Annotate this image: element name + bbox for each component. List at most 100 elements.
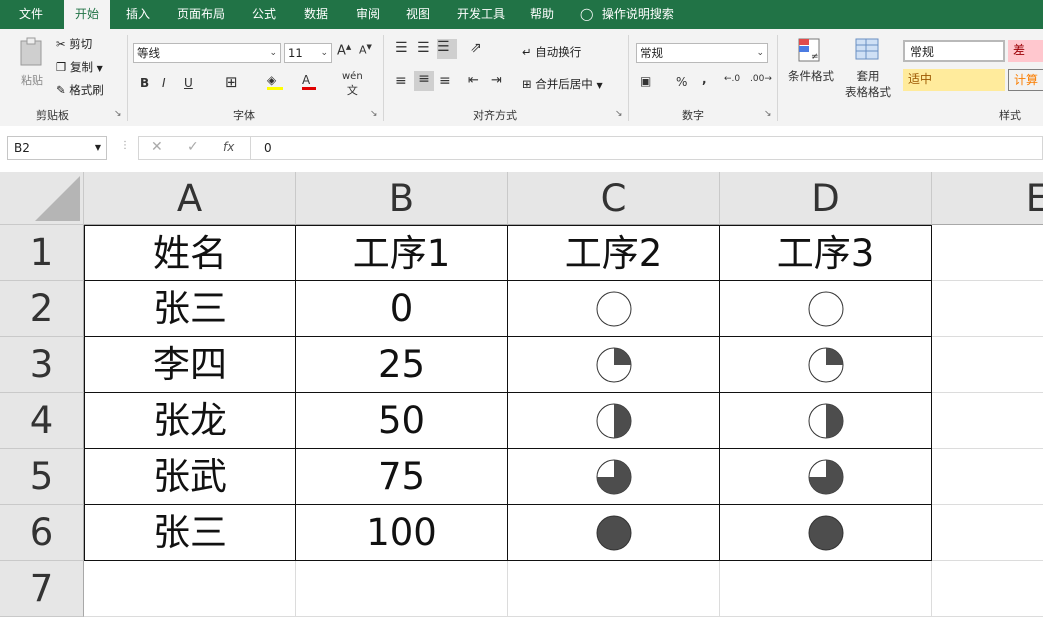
- cell-b4[interactable]: 50: [296, 393, 508, 449]
- increase-decimal-icon[interactable]: ←.0: [724, 74, 740, 84]
- cell-a2[interactable]: 张三: [84, 281, 296, 337]
- column-header-c[interactable]: C: [508, 172, 720, 225]
- cell-b3[interactable]: 25: [296, 337, 508, 393]
- tab-view[interactable]: 视图: [396, 0, 440, 29]
- cell-a1[interactable]: 姓名: [84, 225, 296, 281]
- row-header-7[interactable]: 7: [0, 561, 84, 617]
- align-right-icon[interactable]: ≡: [439, 73, 451, 89]
- fill-color-button[interactable]: ◈: [267, 73, 283, 90]
- cell-b7[interactable]: [296, 561, 508, 617]
- format-as-table-button[interactable]: 套用 表格格式: [838, 37, 898, 100]
- conditional-format-button[interactable]: ≠ 条件格式: [786, 37, 836, 84]
- align-bottom-icon[interactable]: ☰: [437, 39, 457, 59]
- format-painter-button[interactable]: ✎ 格式刷: [56, 82, 104, 98]
- cell-b1[interactable]: 工序1: [296, 225, 508, 281]
- borders-icon[interactable]: ⊞: [225, 73, 238, 91]
- number-launcher-icon[interactable]: ↘: [764, 109, 772, 119]
- phonetic-button[interactable]: wén 文: [342, 71, 363, 98]
- cell-c6[interactable]: [508, 505, 720, 561]
- cell-a7[interactable]: [84, 561, 296, 617]
- tab-developer[interactable]: 开发工具: [450, 0, 512, 29]
- cell-e3[interactable]: [932, 337, 1043, 393]
- cell-e2[interactable]: [932, 281, 1043, 337]
- align-left-icon[interactable]: ≡: [395, 73, 407, 89]
- cell-a6[interactable]: 张三: [84, 505, 296, 561]
- column-header-e[interactable]: E: [932, 172, 1043, 225]
- merge-center-button[interactable]: ⊞ 合并后居中 ▼: [522, 76, 603, 92]
- row-header-1[interactable]: 1: [0, 225, 84, 281]
- name-box[interactable]: B2 ▼: [7, 136, 107, 160]
- cell-c7[interactable]: [508, 561, 720, 617]
- tab-data[interactable]: 数据: [294, 0, 338, 29]
- row-header-5[interactable]: 5: [0, 449, 84, 505]
- cell-d2[interactable]: [720, 281, 932, 337]
- cell-a4[interactable]: 张龙: [84, 393, 296, 449]
- cell-d7[interactable]: [720, 561, 932, 617]
- wrap-text-button[interactable]: ↵ 自动换行: [522, 44, 581, 60]
- clipboard-launcher-icon[interactable]: ↘: [114, 109, 122, 119]
- paste-button[interactable]: 粘贴: [14, 37, 50, 89]
- comma-button[interactable]: ,: [702, 72, 707, 86]
- align-top-icon[interactable]: ☰: [395, 40, 408, 56]
- percent-button[interactable]: %: [676, 75, 687, 89]
- align-center-icon[interactable]: ≡: [414, 71, 434, 91]
- column-header-a[interactable]: A: [84, 172, 296, 225]
- increase-font-icon[interactable]: A▲: [337, 43, 351, 58]
- font-name-combo[interactable]: 等线 ⌄: [133, 43, 281, 63]
- decrease-indent-icon[interactable]: ⇤: [468, 73, 479, 88]
- copy-button[interactable]: ❐ 复制 ▼: [56, 59, 103, 75]
- number-format-combo[interactable]: 常规 ⌄: [636, 43, 768, 63]
- cell-d3[interactable]: [720, 337, 932, 393]
- tab-help[interactable]: 帮助: [520, 0, 564, 29]
- cell-a3[interactable]: 李四: [84, 337, 296, 393]
- row-header-6[interactable]: 6: [0, 505, 84, 561]
- formula-input[interactable]: 0: [250, 136, 1043, 160]
- alignment-launcher-icon[interactable]: ↘: [615, 109, 623, 119]
- cell-b2[interactable]: 0: [296, 281, 508, 337]
- cell-b5[interactable]: 75: [296, 449, 508, 505]
- decrease-decimal-icon[interactable]: .00→: [750, 74, 772, 84]
- tab-home[interactable]: 开始: [64, 0, 110, 29]
- cell-d6[interactable]: [720, 505, 932, 561]
- cell-d5[interactable]: [720, 449, 932, 505]
- row-header-4[interactable]: 4: [0, 393, 84, 449]
- select-all-button[interactable]: [0, 172, 84, 225]
- cell-e7[interactable]: [932, 561, 1043, 617]
- column-header-b[interactable]: B: [296, 172, 508, 225]
- tab-page-layout[interactable]: 页面布局: [168, 0, 234, 29]
- cell-c5[interactable]: [508, 449, 720, 505]
- font-launcher-icon[interactable]: ↘: [370, 109, 378, 119]
- decrease-font-icon[interactable]: A▼: [359, 43, 372, 57]
- tab-insert[interactable]: 插入: [116, 0, 160, 29]
- row-header-3[interactable]: 3: [0, 337, 84, 393]
- italic-button[interactable]: I: [162, 76, 166, 90]
- style-neutral[interactable]: 适中: [903, 69, 1005, 91]
- tab-file[interactable]: 文件: [6, 0, 56, 29]
- underline-button[interactable]: U: [184, 76, 193, 90]
- cut-button[interactable]: ✂ 剪切: [56, 36, 92, 52]
- bold-button[interactable]: B: [140, 76, 149, 90]
- cell-e5[interactable]: [932, 449, 1043, 505]
- cell-c1[interactable]: 工序2: [508, 225, 720, 281]
- cell-a5[interactable]: 张武: [84, 449, 296, 505]
- style-calculation[interactable]: 计算: [1008, 69, 1043, 91]
- row-header-2[interactable]: 2: [0, 281, 84, 337]
- increase-indent-icon[interactable]: ⇥: [491, 73, 502, 88]
- cancel-icon[interactable]: ✕: [151, 139, 163, 155]
- enter-icon[interactable]: ✓: [187, 139, 199, 155]
- font-size-combo[interactable]: 11 ⌄: [284, 43, 332, 63]
- cell-e6[interactable]: [932, 505, 1043, 561]
- cell-c2[interactable]: [508, 281, 720, 337]
- tab-review[interactable]: 审阅: [346, 0, 390, 29]
- accounting-format-icon[interactable]: ▣: [640, 74, 651, 88]
- column-header-d[interactable]: D: [720, 172, 932, 225]
- cell-e1[interactable]: [932, 225, 1043, 281]
- font-color-button[interactable]: A: [302, 73, 316, 90]
- align-middle-icon[interactable]: ☰: [417, 40, 430, 56]
- tell-me-search[interactable]: ◯ 操作说明搜索: [580, 0, 690, 29]
- style-bad[interactable]: 差: [1008, 40, 1043, 62]
- cell-b6[interactable]: 100: [296, 505, 508, 561]
- cell-c4[interactable]: [508, 393, 720, 449]
- cell-d4[interactable]: [720, 393, 932, 449]
- tab-formulas[interactable]: 公式: [242, 0, 286, 29]
